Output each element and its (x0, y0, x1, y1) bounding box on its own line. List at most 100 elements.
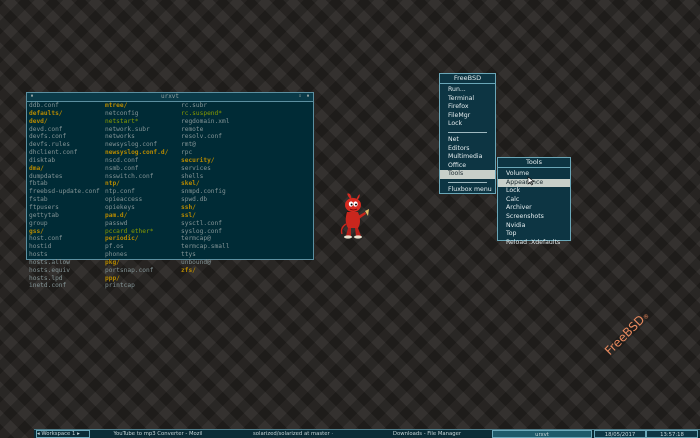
tools-menu-item-lock[interactable]: Lock (498, 187, 570, 196)
listing-entry: nscd.conf (105, 156, 139, 164)
listing-entry: defaults/ (29, 109, 63, 117)
listing-entry: resolv.conf (181, 133, 222, 141)
root-menu-title: FreeBSD (440, 74, 495, 84)
root-menu-item-terminal[interactable]: Terminal (440, 95, 495, 104)
listing-entry: pam.d/ (105, 211, 128, 219)
workspace-prev-icon[interactable]: ◂ (37, 431, 40, 437)
root-menu-item-multimedia[interactable]: Multimedia (440, 153, 495, 162)
listing-column-3: rc.subr rc.suspend* regdomain.xml remote res… (181, 102, 229, 275)
listing-entry: pf.os (105, 243, 124, 251)
listing-entry: hosts (29, 251, 48, 259)
root-menu-item-editors[interactable]: Editors (440, 145, 495, 154)
listing-column-1: ddb.conf defaults/devd/devd.conf devfs.con… (29, 102, 100, 290)
listing-entry: mtree/ (105, 102, 128, 109)
close-icon[interactable]: ▪ (305, 94, 311, 99)
listing-entry: devfs.rules (29, 141, 70, 149)
root-menu[interactable]: FreeBSD Run... Terminal Firefox FileMgr Lock… (439, 73, 496, 194)
listing-entry: opiekeys (105, 203, 135, 211)
minimize-icon[interactable]: ▫ (297, 94, 303, 99)
tools-menu-item-reload-xdefaults[interactable]: Reload .Xdefaults (498, 239, 570, 248)
root-menu-item-firefox[interactable]: Firefox (440, 103, 495, 112)
listing-entry: phones (105, 251, 128, 259)
workspace-next-icon[interactable]: ▸ (77, 431, 80, 437)
clock-display: 13:57:18 (646, 430, 698, 438)
root-menu-item-tools[interactable]: Tools (440, 170, 495, 179)
root-menu-item-net[interactable]: Net (440, 136, 495, 145)
listing-entry: syslog.conf (181, 227, 222, 235)
listing-entry: nsmb.conf (105, 164, 139, 172)
listing-entry: networks (105, 133, 135, 141)
listing-entry: ppp/ (105, 274, 120, 282)
root-menu-item-fluxbox-menu[interactable]: Fluxbox menu (440, 186, 495, 195)
mouse-pointer-icon (527, 176, 535, 186)
listing-entry: rmt@ (181, 141, 196, 149)
terminal-title: urxvt (160, 93, 180, 100)
listing-entry: regdomain.xml (181, 117, 230, 125)
listing-entry: zfs/ (181, 266, 196, 274)
listing-entry: nsswitch.conf (105, 172, 154, 180)
listing-entry: ssl/ (181, 211, 196, 219)
listing-entry: ftpusers (29, 203, 59, 211)
workspace-switcher[interactable]: ◂ Workspace 1 ▸ (36, 430, 90, 438)
taskbar[interactable]: ◂ Workspace 1 ▸ YouTube to mp3 Converter… (34, 429, 700, 438)
tools-menu-item-top[interactable]: Top (498, 230, 570, 239)
listing-entry: sysctl.conf (181, 219, 222, 227)
listing-entry: host.conf (29, 235, 63, 243)
root-menu-item-filemgr[interactable]: FileMgr (440, 112, 495, 121)
listing-entry: fbtab (29, 180, 48, 188)
listing-entry: hosts.allow (29, 258, 70, 266)
taskbar-task[interactable]: Downloads - File Manager (364, 430, 490, 438)
root-menu-item-office[interactable]: Office (440, 162, 495, 171)
listing-entry: ddb.conf (29, 102, 59, 109)
taskbar-task[interactable]: YouTube to mp3 Converter - Mozil (94, 430, 222, 438)
listing-entry: rc.subr (181, 102, 208, 109)
listing-entry: hosts.lpd (29, 274, 63, 282)
listing-entry: dumpdates (29, 172, 63, 180)
listing-entry: unbound@ (181, 258, 211, 266)
listing-entry: passwd (105, 219, 128, 227)
tools-menu-item-calc[interactable]: Calc (498, 196, 570, 205)
freebsd-logo: FreeBSD® (602, 312, 652, 358)
beastie-mascot-icon (340, 193, 369, 239)
taskbar-task[interactable]: urxvt (492, 430, 592, 438)
listing-entry: fstab (29, 196, 48, 204)
terminal-titlebar[interactable]: ▪ urxvt ▫ ▪ (27, 93, 313, 102)
listing-entry: dhclient.conf (29, 149, 78, 157)
tools-menu-title: Tools (498, 158, 570, 168)
taskbar-task[interactable]: solarized/solarized at master · (224, 430, 362, 438)
listing-entry: netstart* (105, 117, 139, 125)
listing-entry: printcap (105, 282, 135, 290)
listing-entry: skel/ (181, 180, 200, 188)
listing-entry: remote (181, 125, 204, 133)
workspace-label: Workspace 1 (41, 431, 76, 437)
listing-entry: portsnap.conf (105, 266, 154, 274)
menu-separator (448, 131, 487, 133)
listing-entry: termcap.small (181, 243, 230, 251)
tools-menu-item-nvidia[interactable]: Nvidia (498, 222, 570, 231)
listing-entry: newsyslog.conf.d/ (105, 149, 169, 157)
listing-entry: ssh/ (181, 203, 196, 211)
listing-entry: gss/ (29, 227, 44, 235)
listing-entry: opieaccess (105, 196, 143, 204)
tools-menu-item-screenshots[interactable]: Screenshots (498, 213, 570, 222)
listing-entry: ntp/ (105, 180, 120, 188)
listing-entry: network.subr (105, 125, 150, 133)
listing-entry: periodic/ (105, 235, 139, 243)
listing-entry: shells (181, 172, 204, 180)
listing-entry: rc.suspend* (181, 109, 222, 117)
window-menu-icon[interactable]: ▪ (29, 94, 35, 99)
tools-submenu[interactable]: Tools Volume Appearance Lock Calc Archiver Sc… (497, 157, 571, 246)
listing-entry: dma/ (29, 164, 44, 172)
listing-entry: netconfig (105, 109, 139, 117)
terminal-output[interactable]: ddb.conf defaults/devd/devd.conf devfs.con… (29, 102, 311, 289)
listing-entry: newsyslog.conf (105, 141, 158, 149)
terminal-window[interactable]: ▪ urxvt ▫ ▪ ddb.conf defaults/devd/devd.c… (26, 92, 314, 289)
listing-entry: devd.conf (29, 125, 63, 133)
root-menu-item-run[interactable]: Run... (440, 86, 495, 95)
listing-entry: security/ (181, 156, 215, 164)
root-menu-item-lock[interactable]: Lock (440, 120, 495, 129)
tools-menu-item-archiver[interactable]: Archiver (498, 204, 570, 213)
listing-entry: termcap@ (181, 235, 211, 243)
listing-entry: inetd.conf (29, 282, 67, 290)
listing-entry: gettytab (29, 211, 59, 219)
